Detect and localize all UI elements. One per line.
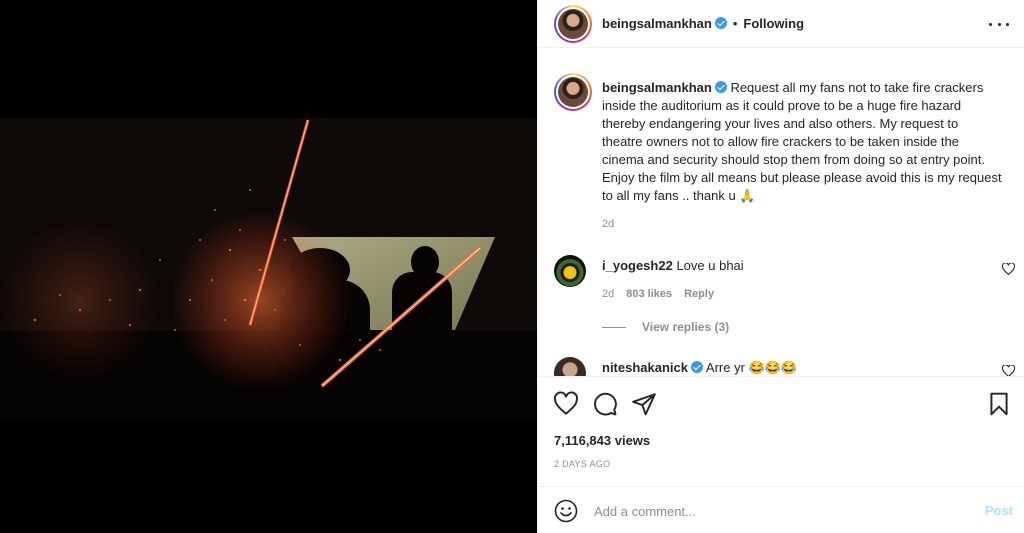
view-replies-button[interactable]: View replies (3) [602, 320, 729, 334]
share-icon[interactable] [631, 391, 657, 417]
view-replies-label: View replies (3) [642, 320, 730, 334]
comments-list[interactable]: beingsalmankhan Request all my fans not … [538, 49, 1024, 376]
instagram-post: beingsalmankhan • Following beingsalmankha… [0, 0, 1024, 533]
comment-meta: 2d 803 likes Reply [602, 288, 714, 300]
comment-input[interactable] [594, 501, 954, 521]
header-user-line: beingsalmankhan • Following [602, 16, 804, 31]
commenter-avatar[interactable] [554, 255, 586, 287]
caption-text: Request all my fans not to take fire cra… [602, 80, 1002, 203]
emoji-icon[interactable] [554, 499, 578, 523]
post-comment-button[interactable]: Post [985, 503, 1013, 518]
caption-age[interactable]: 2d [602, 218, 614, 230]
author-avatar[interactable] [554, 5, 592, 43]
comment-username[interactable]: i_yogesh22 [602, 258, 673, 273]
video-frame [0, 0, 537, 533]
comment-like-icon[interactable] [1002, 263, 1015, 275]
following-button[interactable]: Following [743, 16, 804, 31]
more-options-icon[interactable] [989, 18, 1009, 30]
comment-likes[interactable]: 803 likes [626, 288, 672, 300]
view-count[interactable]: 7,116,843 views [554, 433, 650, 448]
comment-item: niteshakanick Arre yr 😂😂😂 [602, 360, 797, 376]
caption: beingsalmankhan Request all my fans not … [602, 79, 1002, 205]
add-comment-bar: Post [538, 486, 1024, 533]
verified-badge-icon [714, 17, 727, 29]
comment-item: i_yogesh22 Love u bhai [602, 258, 744, 273]
post-timestamp[interactable]: 2 DAYS AGO [554, 459, 610, 469]
heart-icon[interactable] [553, 391, 579, 417]
action-bar: 7,116,843 views 2 DAYS AGO [538, 376, 1024, 486]
commenter-avatar[interactable] [554, 357, 586, 376]
comment-icon[interactable] [592, 391, 618, 417]
post-video[interactable] [0, 0, 537, 533]
reply-button[interactable]: Reply [684, 288, 714, 300]
verified-badge-icon [691, 361, 703, 373]
bookmark-icon[interactable] [986, 391, 1012, 417]
caption-avatar[interactable] [554, 73, 592, 111]
separator-dot: • [732, 16, 738, 31]
caption-username[interactable]: beingsalmankhan [602, 80, 712, 95]
comment-text: Love u bhai [676, 258, 744, 273]
avatar-image [558, 77, 588, 107]
comment-like-icon[interactable] [1002, 365, 1015, 376]
verified-badge-icon [714, 81, 727, 93]
post-header: beingsalmankhan • Following [538, 0, 1024, 48]
avatar-image [558, 9, 588, 39]
comment-username[interactable]: niteshakanick [602, 360, 688, 375]
comment-age[interactable]: 2d [602, 288, 614, 300]
comment-text: Arre yr 😂😂😂 [705, 360, 798, 375]
replies-divider [602, 326, 626, 328]
post-side-panel: beingsalmankhan • Following beingsalmankha… [537, 0, 1024, 533]
author-username[interactable]: beingsalmankhan [602, 16, 712, 31]
